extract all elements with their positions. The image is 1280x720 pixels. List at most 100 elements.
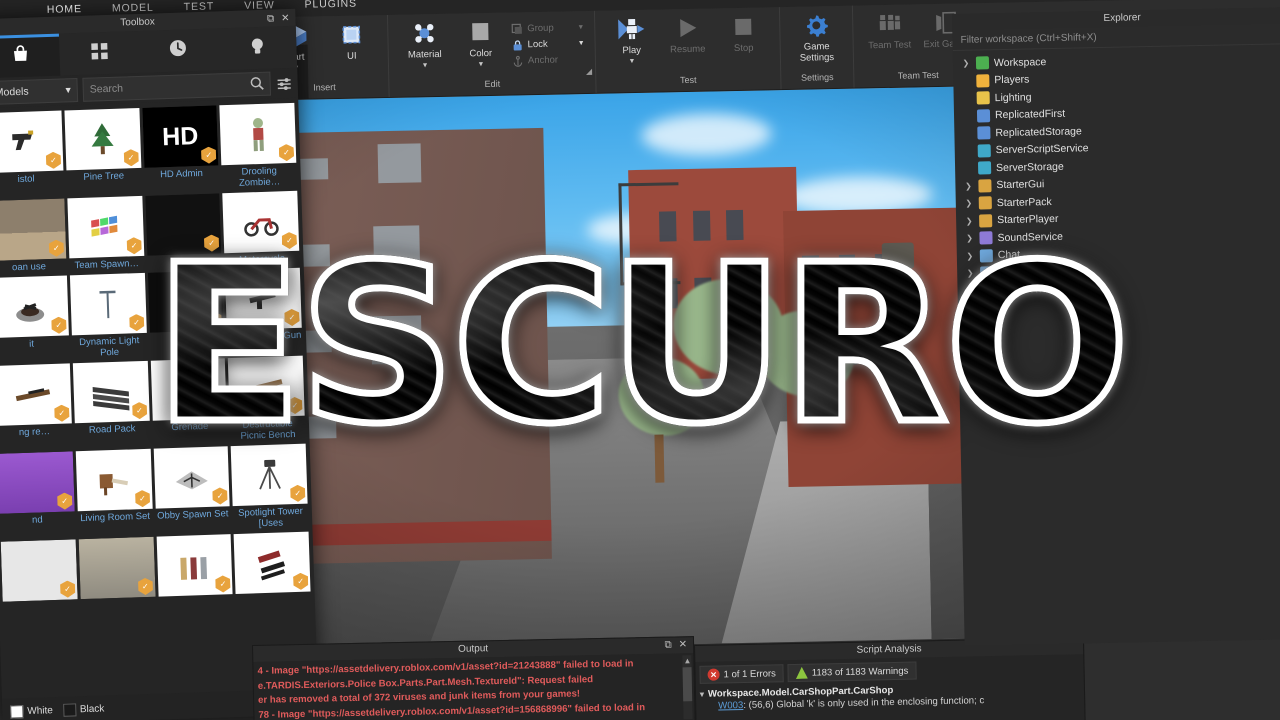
toolbox-category-select[interactable]: Models ▾ — [0, 78, 79, 105]
replicated-first-icon — [976, 109, 991, 123]
chevron-right-icon[interactable]: ❯ — [961, 59, 971, 68]
test-play-button[interactable]: Play ▼ — [605, 14, 658, 66]
toolbox-tab-creations[interactable] — [217, 26, 297, 71]
restore-icon[interactable]: ⧉ — [664, 638, 671, 654]
warning-code-link[interactable]: W003 — [718, 700, 743, 712]
toolbox-asset-card[interactable]: ✓ — [147, 270, 225, 356]
toolbox-asset-thumbnail[interactable]: ✓ — [64, 107, 141, 171]
toolbox-asset-thumbnail[interactable]: ✓ — [150, 358, 227, 421]
toolbox-asset-thumbnail[interactable]: ✓ — [67, 195, 144, 259]
toolbox-asset-thumbnail[interactable]: ✓ — [230, 443, 308, 507]
edit-color-button[interactable]: Color ▼ — [454, 17, 507, 69]
color-swatch-white[interactable]: White — [10, 704, 53, 719]
toolbox-asset-thumbnail[interactable]: ✓ — [0, 198, 67, 261]
toolbox-asset-card[interactable]: ✓ Submachine Gun — [225, 267, 302, 354]
close-icon[interactable]: ✕ — [281, 10, 290, 27]
toolbox-asset-card[interactable]: ✓ Obby Spawn Set — [153, 446, 230, 532]
menu-tab-plugins[interactable]: PLUGINS — [302, 0, 359, 17]
warnings-filter-chip[interactable]: 1183 of 1183 Warnings — [787, 661, 917, 683]
edit-dialog-launcher-icon[interactable]: ◢ — [586, 67, 592, 76]
toolbox-asset-thumbnail[interactable]: ✓ — [222, 190, 300, 254]
toolbox-asset-card[interactable]: ✓ Spotlight Tower [Uses — [230, 443, 308, 530]
toolbox-asset-card[interactable]: ✓ — [78, 536, 156, 601]
toolbox-asset-thumbnail[interactable]: ✓ — [156, 534, 233, 597]
toolbox-asset-thumbnail[interactable]: HD ✓ — [141, 105, 219, 168]
toolbox-asset-card[interactable]: ✓ — [0, 539, 78, 603]
toolbox-asset-thumbnail[interactable]: ✓ — [78, 536, 156, 600]
chevron-down-icon[interactable]: ▾ — [700, 690, 704, 699]
game-settings-button[interactable]: Game Settings — [790, 10, 843, 64]
chevron-right-icon[interactable]: ❯ — [964, 216, 974, 225]
toolbox-asset-card[interactable]: ✓ oan use — [0, 198, 67, 274]
edit-anchor-button[interactable]: Anchor — [511, 53, 585, 67]
chevron-down-icon[interactable]: ▼ — [628, 58, 635, 65]
chevron-down-icon[interactable]: ▼ — [578, 40, 585, 47]
scroll-up-arrow-icon[interactable]: ▲ — [683, 656, 691, 665]
toolbox-asset-thumbnail[interactable]: ✓ — [147, 270, 225, 333]
toolbox-asset-card[interactable]: ✓ Drooling Zombie… — [219, 102, 297, 189]
toolbox-asset-thumbnail[interactable]: ✓ — [69, 272, 147, 336]
chevron-right-icon[interactable]: ❯ — [963, 181, 973, 190]
toolbox-asset-thumbnail[interactable]: ✓ — [72, 360, 150, 424]
toolbox-asset-thumbnail[interactable]: ✓ — [219, 102, 297, 166]
toolbox-filter-icon[interactable] — [275, 75, 292, 92]
toolbox-asset-thumbnail[interactable]: ✓ — [233, 531, 311, 595]
stop-square-icon — [728, 12, 759, 43]
color-swatch-black[interactable]: Black — [62, 702, 105, 717]
chevron-right-icon[interactable]: ❯ — [965, 251, 975, 260]
search-icon[interactable] — [249, 76, 265, 94]
toolbox-asset-card[interactable]: ✓ Motorcycle — [222, 190, 300, 266]
toolbox-asset-thumbnail[interactable]: ✓ — [75, 448, 153, 512]
chevron-right-icon[interactable]: ❯ — [964, 199, 974, 208]
toolbox-asset-thumbnail[interactable]: ✓ — [225, 267, 302, 331]
toolbox-tab-shop[interactable] — [0, 33, 61, 79]
close-icon[interactable]: ✕ — [679, 637, 688, 653]
ui-frame-icon — [336, 19, 367, 50]
toolbox-asset-card[interactable]: ✓ it — [0, 275, 69, 361]
chevron-down-icon[interactable]: ▼ — [477, 61, 484, 68]
toolbox-asset-card[interactable]: ✓ Team Spawn… — [67, 195, 144, 271]
edit-material-button[interactable]: Material ▼ — [398, 18, 451, 70]
toolbox-asset-card[interactable]: ✓ Destructible Picnic Bench — [227, 355, 305, 442]
toolbox-asset-card[interactable]: ✓ Living Room Set — [75, 448, 153, 535]
toolbox-asset-card[interactable]: ✓ ng re… — [0, 363, 72, 449]
toolbox-asset-thumbnail[interactable]: ✓ — [0, 451, 75, 514]
toolbox-asset-name: Spotlight Tower [Uses — [237, 505, 304, 530]
toolbox-asset-thumbnail[interactable]: ✓ — [144, 193, 222, 256]
toolbox-asset-card[interactable]: ✓ nd — [0, 451, 75, 537]
toolbox-asset-card[interactable]: ✓ ne — [144, 193, 222, 268]
shopping-bag-icon — [10, 43, 31, 69]
toolbox-asset-card[interactable]: ✓ Dynamic Light Pole — [69, 272, 147, 359]
toolbox-tab-recent[interactable] — [138, 28, 218, 73]
toolbox-asset-thumbnail[interactable]: ✓ — [0, 539, 78, 602]
toolbox-asset-card[interactable]: HD ✓ HD Admin — [141, 105, 219, 191]
insert-ui-button[interactable]: UI — [325, 19, 378, 63]
toolbox-search-input[interactable]: Search — [82, 71, 272, 102]
scrollbar-thumb[interactable] — [682, 667, 693, 702]
chevron-right-icon[interactable]: ❯ — [965, 269, 975, 278]
viewport-3d[interactable] — [262, 86, 974, 653]
chevron-down-icon[interactable]: ▼ — [421, 62, 428, 69]
output-scrollbar[interactable]: ▲ — [682, 655, 693, 720]
toolbox-asset-card[interactable]: ✓ Grenade — [150, 358, 227, 444]
toolbox-asset-name: HD Admin — [159, 167, 204, 181]
toolbox-asset-card[interactable]: ✓ Road Pack — [72, 360, 150, 447]
toolbox-asset-card[interactable]: ✓ Pine Tree — [64, 107, 141, 194]
toolbox-asset-thumbnail[interactable]: ✓ — [153, 446, 230, 509]
restore-icon[interactable]: ⧉ — [267, 10, 275, 27]
chevron-down-icon[interactable]: ▼ — [577, 24, 584, 31]
toolbox-asset-thumbnail[interactable]: ✓ — [227, 355, 305, 419]
toolbox-asset-card[interactable]: ✓ — [156, 534, 233, 598]
edit-group-button[interactable]: Group ▼ — [510, 21, 584, 35]
toolbox-asset-thumbnail[interactable]: ✓ — [0, 275, 69, 338]
toolbox-tab-inventory[interactable] — [59, 31, 139, 76]
output-body[interactable]: 4 - Image "https://assetdelivery.roblox.… — [253, 653, 695, 720]
toolbox-asset-card[interactable]: ✓ — [233, 531, 311, 596]
toolbox-asset-thumbnail[interactable]: ✓ — [0, 110, 64, 174]
toolbox-asset-thumbnail[interactable]: ✓ — [0, 363, 72, 426]
edit-lock-button[interactable]: Lock ▼ — [510, 37, 585, 51]
chevron-right-icon[interactable]: ❯ — [964, 234, 974, 243]
toolbox-asset-card[interactable]: ✓ istol — [0, 110, 64, 197]
errors-filter-chip[interactable]: ✕ 1 of 1 Errors — [699, 664, 785, 684]
ribbon-group-test: Play ▼ Resume Stop Test — [594, 7, 782, 93]
